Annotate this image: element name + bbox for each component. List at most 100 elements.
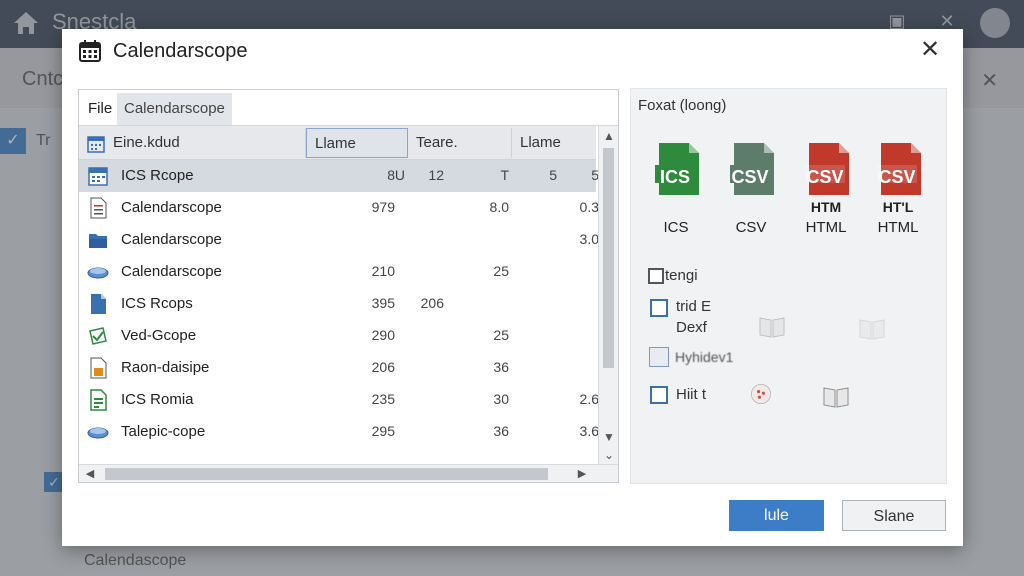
- package-icon: [87, 357, 109, 379]
- format-title: Foxat (loong): [638, 97, 727, 114]
- cell-value: 206: [371, 359, 395, 375]
- scroll-left-icon[interactable]: ◀: [83, 467, 97, 481]
- table-row[interactable]: Calendarscope 979 8.0 0.3: [79, 192, 599, 224]
- table-row[interactable]: Calendarscope 210 25: [79, 256, 596, 288]
- format-option-1[interactable]: ICS ICS: [641, 141, 711, 241]
- checkbox[interactable]: [650, 386, 668, 404]
- format-label: CSV: [735, 219, 767, 236]
- format-label: HTML: [877, 219, 919, 236]
- cell-value: U: [394, 167, 405, 183]
- table-row[interactable]: ICS Romia 235 30 2.6: [79, 384, 599, 416]
- cell-value: 395: [371, 295, 395, 311]
- format-option-4[interactable]: CSV HT'L HTML: [863, 141, 933, 241]
- format-badge: CSV: [731, 167, 769, 187]
- cell-value: 25: [493, 327, 509, 343]
- folder-icon: [87, 229, 109, 251]
- column-header-2[interactable]: Teare.: [408, 128, 512, 158]
- sheet-icon: [87, 389, 109, 411]
- table-row[interactable]: Ved-Gcope 290 25: [79, 320, 596, 352]
- row-name: Calendarscope: [121, 231, 222, 248]
- calendar-icon: [79, 40, 101, 62]
- row-name: ICS Rcops: [121, 295, 193, 312]
- horizontal-scrollbar[interactable]: ◀ ▶: [79, 464, 618, 482]
- table-row[interactable]: Raon-daisipe 206 36: [79, 352, 596, 384]
- book-icon: [859, 319, 885, 340]
- format-sub-label: HTM: [810, 199, 842, 215]
- column-header-3[interactable]: Llame: [512, 128, 596, 158]
- table-row[interactable]: Calendarscope 3.0: [79, 224, 599, 256]
- dialog-title: Calendarscope: [113, 40, 248, 62]
- calendar-icon: [87, 165, 109, 187]
- drive-icon: [87, 261, 109, 283]
- tab-bar: File Calendarscope: [79, 90, 618, 126]
- vertical-scrollbar[interactable]: ▲ ▼ ⌄: [598, 126, 618, 466]
- row-name: Calendarscope: [121, 263, 222, 280]
- table-row[interactable]: ICS Rcops 395 206: [79, 288, 596, 320]
- cell-value: 979: [371, 199, 395, 215]
- field-icon[interactable]: [649, 347, 669, 367]
- column-header-1[interactable]: Llame: [306, 128, 408, 158]
- file-icon: [87, 293, 109, 315]
- cell-value: 8.0: [489, 199, 509, 215]
- format-option-2[interactable]: CSV CSV: [716, 141, 786, 241]
- calendar-icon: [87, 136, 105, 153]
- field-label: Hyhidev1: [675, 349, 734, 365]
- secondary-button[interactable]: Slane: [842, 500, 946, 531]
- cell-value: 3.6: [579, 423, 599, 439]
- option-label: Dexf: [676, 319, 707, 336]
- cell-value: 3.0: [579, 231, 599, 247]
- cell-value: 206: [420, 295, 444, 311]
- format-badge: CSV: [806, 167, 844, 187]
- format-sub-label: HT'L: [882, 199, 914, 215]
- option-label: Hiit t: [676, 386, 706, 403]
- format-badge: CSV: [878, 167, 916, 187]
- scrollbar-thumb[interactable]: [603, 148, 614, 368]
- row-name: Talepic-cope: [121, 423, 206, 440]
- cell-value: 5: [591, 167, 599, 183]
- scrollbar-thumb[interactable]: [105, 468, 548, 480]
- scroll-down-icon[interactable]: ▼: [602, 430, 616, 444]
- scroll-right-icon[interactable]: ▶: [575, 467, 589, 481]
- option-label: tengi: [665, 267, 698, 284]
- book-icon[interactable]: [821, 385, 851, 409]
- checkbox[interactable]: [648, 268, 664, 284]
- column-header-label: Eine.kdud: [113, 134, 180, 151]
- format-option-3[interactable]: CSV HTM HTML: [791, 141, 861, 241]
- drive-icon: [87, 421, 109, 443]
- row-name: ICS Rcope: [121, 167, 194, 184]
- row-name: Ved-Gcope: [121, 327, 197, 344]
- checkbox[interactable]: [650, 299, 668, 317]
- cell-value: 36: [493, 359, 509, 375]
- table-row[interactable]: ICS Rcope 8 U 12 T 5 5: [79, 160, 599, 192]
- cell-value: 235: [371, 391, 395, 407]
- cell-value: 2.6: [579, 391, 599, 407]
- cell-value: 5: [549, 167, 557, 183]
- cell-value: 36: [493, 423, 509, 439]
- cell-value: 25: [493, 263, 509, 279]
- row-name: Calendarscope: [121, 199, 222, 216]
- book-icon: [759, 317, 785, 338]
- table-row[interactable]: Talepic-cope 295 36 3.6: [79, 416, 599, 448]
- file-list: File Calendarscope Eine.kdud Llame Teare…: [78, 89, 619, 483]
- format-label: HTML: [805, 219, 847, 236]
- cell-value: 295: [371, 423, 395, 439]
- format-badge: ICS: [659, 167, 690, 187]
- cell-value: 30: [493, 391, 509, 407]
- scroll-down-icon[interactable]: ⌄: [602, 448, 616, 462]
- tab-calendarscope[interactable]: Calendarscope: [117, 93, 232, 125]
- bug-icon[interactable]: [746, 382, 776, 406]
- primary-button[interactable]: lule: [729, 500, 824, 531]
- row-name: ICS Romia: [121, 391, 194, 408]
- row-name: Raon-daisipe: [121, 359, 210, 376]
- spreadsheet-icon: [87, 325, 109, 347]
- scroll-up-icon[interactable]: ▲: [602, 129, 616, 143]
- cell-value: 12: [428, 167, 444, 183]
- format-panel: Foxat (loong) ICS ICS CSV CSV CSV HTM HTML CSV H…: [630, 88, 947, 484]
- tab-file[interactable]: File: [81, 93, 120, 125]
- cell-value: T: [500, 167, 509, 183]
- column-header-name[interactable]: Eine.kdud: [79, 128, 306, 158]
- export-dialog: Calendarscope ✕ File Calendarscope Eine.…: [62, 29, 963, 546]
- close-button[interactable]: ✕: [917, 37, 943, 63]
- cell-value: 0.3: [579, 199, 599, 215]
- document-icon: [87, 197, 109, 219]
